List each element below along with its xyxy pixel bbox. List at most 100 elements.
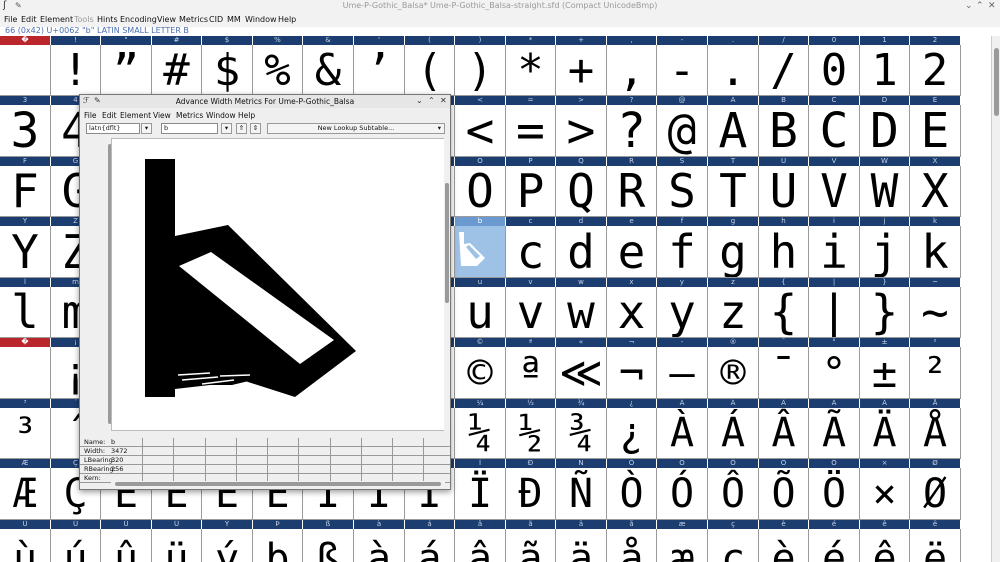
glyph-cell[interactable]: { [759,287,809,338]
glyph-cell[interactable]: ß [303,529,354,562]
glyph-cell[interactable]: Á [708,408,759,459]
menu-window[interactable]: Window [245,15,277,24]
metrics-row-value[interactable]: b [111,438,115,446]
close-icon[interactable]: ✕ [988,1,996,11]
glyph-cell[interactable]: © [455,347,506,399]
glyph-cell[interactable]: ä [556,529,607,562]
menu-view[interactable]: View [157,15,176,24]
glyph-cell[interactable]: ú [51,529,101,562]
glyph-cell[interactable]: û [101,529,152,562]
menu-file[interactable]: File [84,111,97,120]
glyph-cell[interactable]: à [354,529,405,562]
menu-element[interactable]: Element [40,15,73,24]
menu-encoding[interactable]: Encoding [120,15,157,24]
metrics-horizontal-scrollbar[interactable] [111,481,445,487]
glyph-cell[interactable]: l [0,287,51,338]
maximize-icon[interactable]: ⌃ [428,96,435,105]
glyph-cell[interactable]: j [860,226,910,278]
glyph-cell[interactable]: # [152,45,202,96]
menu-metrics[interactable]: Metrics [176,111,203,120]
glyph-cell[interactable]: h [759,226,809,278]
glyph-cell[interactable]: g [708,226,759,278]
text-dropdown-button[interactable]: ▾ [221,123,232,134]
glyph-cell[interactable]: Õ [759,468,809,520]
glyph-cell[interactable]: é [809,529,860,562]
glyph-cell[interactable] [0,45,51,96]
glyph-cell[interactable]: Ä [860,408,910,459]
glyph-cell[interactable]: , [607,45,657,96]
menu-tools[interactable]: Tools [74,15,94,24]
glyph-cell[interactable]: S [657,166,708,217]
menu-view[interactable]: View [153,111,171,120]
glyph-cell[interactable]: % [253,45,303,96]
glyph-cell[interactable]: ½ [506,408,556,459]
menu-edit[interactable]: Edit [21,15,37,24]
menu-help[interactable]: Help [238,111,255,120]
close-icon[interactable]: ✕ [440,96,447,105]
glyph-cell[interactable]: } [860,287,910,338]
glyph-cell[interactable]: k [910,226,961,278]
glyph-cell[interactable]: y [657,287,708,338]
glyph-cell[interactable]: ù [0,529,51,562]
glyph-cell[interactable]: Ö [809,468,860,520]
glyph-cell[interactable]: e [607,226,657,278]
glyph-cell[interactable]: Ô [708,468,759,520]
metrics-right-scrollbar[interactable] [444,138,450,431]
metrics-row-value[interactable]: 320 [111,456,123,464]
glyph-cell[interactable]: ≪ [556,347,607,399]
glyph-cell[interactable]: V [809,166,860,217]
menu-element[interactable]: Element [120,111,151,120]
glyph-cell[interactable]: ¼ [455,408,506,459]
script-dropdown-button[interactable]: ▾ [141,123,152,134]
glyph-cell[interactable]: . [708,45,759,96]
glyph-cell[interactable]: ¿ [607,408,657,459]
glyph-cell[interactable]: ý [202,529,253,562]
menu-edit[interactable]: Edit [102,111,117,120]
menu-file[interactable]: File [4,15,17,24]
glyph-cell[interactable]: O [455,166,506,217]
glyph-cell[interactable]: z [708,287,759,338]
glyph-cell[interactable]: Q [556,166,607,217]
glyph-cell[interactable]: ê [860,529,910,562]
glyph-cell[interactable]: ë [910,529,961,562]
glyph-cell[interactable]: ’ [354,45,405,96]
glyph-cell[interactable]: & [303,45,354,96]
glyph-cell[interactable]: ~ [910,287,961,338]
glyph-cell[interactable]: F [0,166,51,217]
metrics-row-value[interactable]: 3472 [111,447,128,455]
glyph-cell[interactable]: ³ [0,408,51,459]
glyph-cell[interactable]: @ [657,105,708,157]
glyph-cell[interactable]: u [455,287,506,338]
glyph-cell[interactable]: * [506,45,556,96]
glyph-cell[interactable]: $ [202,45,253,96]
glyph-cell[interactable]: å [607,529,657,562]
glyph-cell[interactable]: w [556,287,607,338]
glyph-cell[interactable]: þ [253,529,303,562]
glyph-cell[interactable]: Ó [657,468,708,520]
glyph-cell[interactable]: Æ [0,468,51,520]
menu-help[interactable]: Help [278,15,296,24]
glyph-cell[interactable]: ² [910,347,961,399]
glyph-cell[interactable]: ª [506,347,556,399]
glyph-cell[interactable]: R [607,166,657,217]
glyph-cell[interactable]: > [556,105,607,157]
glyph-cell[interactable]: T [708,166,759,217]
glyph-cell[interactable]: W [860,166,910,217]
glyph-cell[interactable]: ¬ [607,347,657,399]
glyph-cell[interactable]: Å [910,408,961,459]
glyph-text-field[interactable]: b [161,123,218,134]
scrollbar-thumb[interactable] [115,482,441,486]
glyph-cell[interactable]: ° [809,347,860,399]
glyph-cell[interactable]: Â [759,408,809,459]
glyph-cell[interactable]: æ [657,529,708,562]
menu-cid[interactable]: CID [209,15,223,24]
glyph-cell[interactable]: E [910,105,961,157]
menu-hints[interactable]: Hints [97,15,118,24]
glyph-cell[interactable]: P [506,166,556,217]
glyph-cell[interactable]: ¾ [556,408,607,459]
glyph-cell[interactable]: 1 [860,45,910,96]
glyph-cell[interactable]: ¯ [759,347,809,399]
glyph-cell[interactable]: C [809,105,860,157]
glyph-cell[interactable]: x [607,287,657,338]
glyph-cell[interactable]: 3 [0,105,51,157]
